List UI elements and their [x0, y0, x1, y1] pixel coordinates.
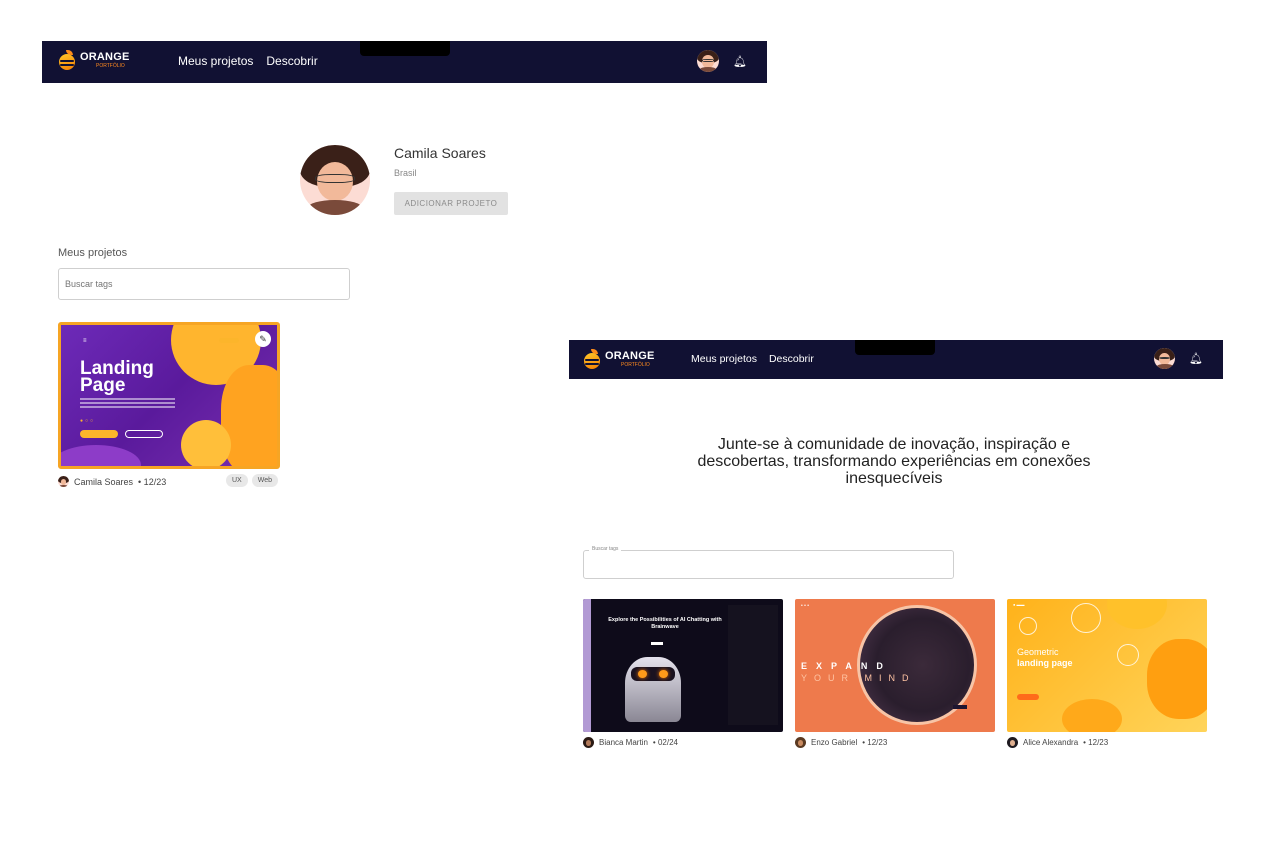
project-meta: Alice Alexandra • 12/23	[1007, 737, 1108, 748]
bell-icon[interactable]: 🔔︎	[1189, 352, 1203, 365]
nav-meus-projetos[interactable]: Meus projetos	[178, 54, 253, 68]
thumb-blob	[221, 365, 277, 466]
project-meta: Camila Soares • 12/23	[58, 476, 166, 487]
logo-title: ORANGE	[605, 349, 655, 362]
author-avatar	[1007, 737, 1018, 748]
logo-subtitle: PORTFÓLIO	[96, 62, 125, 69]
thumb-blob	[181, 420, 231, 466]
thumb-blob	[1147, 639, 1207, 719]
thumb-blob	[1107, 599, 1167, 629]
bell-icon[interactable]: 🔔︎	[733, 55, 747, 68]
thumb-eye	[659, 670, 668, 678]
project-date: • 02/24	[652, 738, 678, 747]
thumb-title: Explore the Possibilities of AI Chatting…	[608, 617, 722, 630]
thumb-button	[1017, 694, 1039, 700]
top-navbar: ORANGE PORTFÓLIO Meus projetos Descobrir…	[569, 340, 1223, 379]
project-tags: UX Web	[226, 474, 279, 487]
thumb-nav-dots: • • •	[801, 603, 810, 609]
project-card[interactable]: • • • EXPAND YOUR MIND	[795, 599, 995, 732]
project-card[interactable]: Explore the Possibilities of AI Chatting…	[583, 599, 783, 732]
thumb-side-bar	[583, 599, 591, 732]
thumb-button-outline	[125, 430, 163, 438]
search-input[interactable]	[583, 550, 954, 579]
search-input[interactable]	[58, 268, 350, 300]
author-name: Camila Soares	[74, 476, 134, 487]
thumb-button	[953, 705, 967, 709]
user-avatar[interactable]	[697, 50, 720, 72]
thumb-dots: ●○○	[80, 418, 96, 424]
main-nav: Meus projetos Descobrir	[691, 353, 814, 365]
project-date: • 12/23	[138, 476, 167, 487]
thumb-side-panel	[728, 605, 778, 725]
thumb-button	[80, 430, 118, 438]
orange-logo-icon	[58, 50, 76, 70]
tag-chip[interactable]: Web	[251, 474, 279, 487]
headline: Junte-se à comunidade de inovação, inspi…	[697, 436, 1091, 487]
profile-country: Brasil	[394, 168, 417, 178]
logo[interactable]: ORANGE PORTFÓLIO	[583, 349, 654, 369]
author-avatar	[58, 476, 69, 487]
author-avatar	[795, 737, 806, 748]
thumb-text-lines	[80, 398, 175, 414]
author-name: Enzo Gabriel	[811, 738, 858, 747]
camera-notch	[360, 41, 450, 56]
project-card[interactable]: ≡ Landing Page ●○○ ✎	[58, 322, 280, 469]
profile-name: Camila Soares	[394, 145, 486, 161]
thumb-title: Landing Page	[80, 358, 154, 396]
nav-meus-projetos[interactable]: Meus projetos	[691, 353, 757, 365]
thumb-title: EXPAND	[801, 661, 892, 671]
thumb-eye	[638, 670, 647, 678]
project-date: • 12/23	[1083, 738, 1109, 747]
main-nav: Meus projetos Descobrir	[178, 54, 318, 68]
author-name: Alice Alexandra	[1023, 738, 1079, 747]
thumb-subtitle: YOUR MIND	[801, 673, 916, 683]
thumb-title: Geometric landing page	[1017, 647, 1073, 668]
thumb-pill	[219, 338, 239, 343]
user-avatar[interactable]	[1154, 348, 1176, 369]
add-project-button[interactable]: ADICIONAR PROJETO	[394, 192, 508, 215]
top-right-actions: 🔔︎	[1154, 348, 1203, 369]
thumb-blob	[61, 445, 141, 466]
thumb-ring	[1117, 644, 1139, 666]
nav-descobrir[interactable]: Descobrir	[266, 54, 317, 68]
thumb-ring	[1019, 617, 1037, 635]
author-name: Bianca Martin	[599, 738, 648, 747]
logo-subtitle: PORTFÓLIO	[621, 361, 650, 368]
project-date: • 12/23	[862, 738, 888, 747]
top-right-actions: 🔔︎	[697, 50, 747, 72]
thumb-ring	[1071, 603, 1101, 633]
search-label: Buscar tags	[589, 546, 622, 552]
logo-title: ORANGE	[80, 50, 130, 63]
tag-chip[interactable]: UX	[226, 474, 248, 487]
nav-descobrir[interactable]: Descobrir	[769, 353, 814, 365]
project-card[interactable]: ● ▬▬ Geometric landing page	[1007, 599, 1207, 732]
thumb-brand: ● ▬▬	[1013, 602, 1025, 607]
thumb-blob	[1062, 699, 1122, 732]
section-title: Meus projetos	[58, 247, 128, 259]
project-meta: Bianca Martin • 02/24	[583, 737, 678, 748]
logo[interactable]: ORANGE PORTFÓLIO	[58, 50, 129, 70]
top-navbar: ORANGE PORTFÓLIO Meus projetos Descobrir…	[42, 41, 767, 83]
discover-screen: ORANGE PORTFÓLIO Meus projetos Descobrir…	[569, 340, 1223, 760]
thumb-menu-icon: ≡	[83, 338, 87, 344]
thumb-button	[651, 642, 663, 645]
orange-logo-icon	[583, 349, 601, 369]
edit-icon[interactable]: ✎	[255, 331, 271, 347]
project-meta: Enzo Gabriel • 12/23	[795, 737, 887, 748]
author-avatar	[583, 737, 594, 748]
camera-notch	[855, 340, 935, 355]
profile-avatar	[300, 145, 370, 215]
